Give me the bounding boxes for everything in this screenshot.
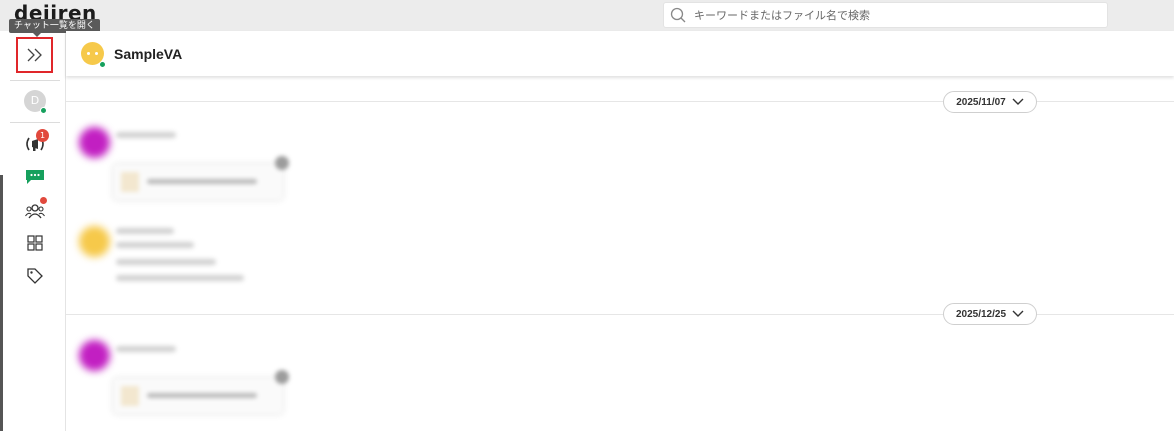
file-attachment-card[interactable] — [113, 370, 289, 414]
sender-name — [116, 346, 176, 352]
online-status-dot — [99, 61, 106, 68]
chat-icon[interactable] — [22, 165, 48, 189]
message-text — [116, 275, 244, 281]
date-label: 2025/11/07 — [956, 96, 1006, 108]
file-icon — [121, 172, 139, 192]
date-separator-button[interactable]: 2025/11/07 — [943, 91, 1037, 113]
close-icon — [275, 370, 289, 384]
chat-header: SampleVA — [66, 31, 1174, 76]
divider — [10, 122, 60, 123]
file-attachment-card[interactable] — [113, 156, 289, 200]
file-name — [147, 393, 257, 398]
apps-icon[interactable] — [22, 231, 48, 255]
file-icon — [121, 386, 139, 406]
notification-badge: 1 — [36, 129, 49, 142]
search-input[interactable] — [694, 6, 1094, 24]
message-avatar — [79, 226, 110, 257]
scrollbar-edge — [0, 175, 3, 431]
close-icon — [275, 156, 289, 170]
message-text — [116, 259, 216, 265]
open-chat-list-button[interactable] — [16, 37, 53, 73]
divider — [10, 80, 60, 81]
date-label: 2025/12/25 — [955, 308, 1007, 320]
sender-name — [116, 228, 174, 234]
chevron-down-icon — [1012, 98, 1024, 105]
message-avatar — [79, 340, 110, 371]
notification-dot — [40, 197, 47, 204]
chat-title: SampleVA — [114, 46, 183, 62]
search-icon — [670, 7, 686, 28]
message-text — [116, 242, 194, 248]
file-name — [147, 179, 257, 184]
chevron-down-icon — [1012, 310, 1024, 317]
online-status-dot — [40, 107, 47, 114]
sender-name — [116, 132, 176, 138]
date-separator-button[interactable]: 2025/12/25 — [943, 303, 1037, 325]
top-bar: dejiren — [0, 0, 1174, 31]
message-avatar — [79, 127, 110, 158]
double-chevron-right-icon — [27, 48, 42, 62]
search-box[interactable] — [663, 2, 1108, 28]
tag-icon[interactable] — [22, 264, 48, 288]
